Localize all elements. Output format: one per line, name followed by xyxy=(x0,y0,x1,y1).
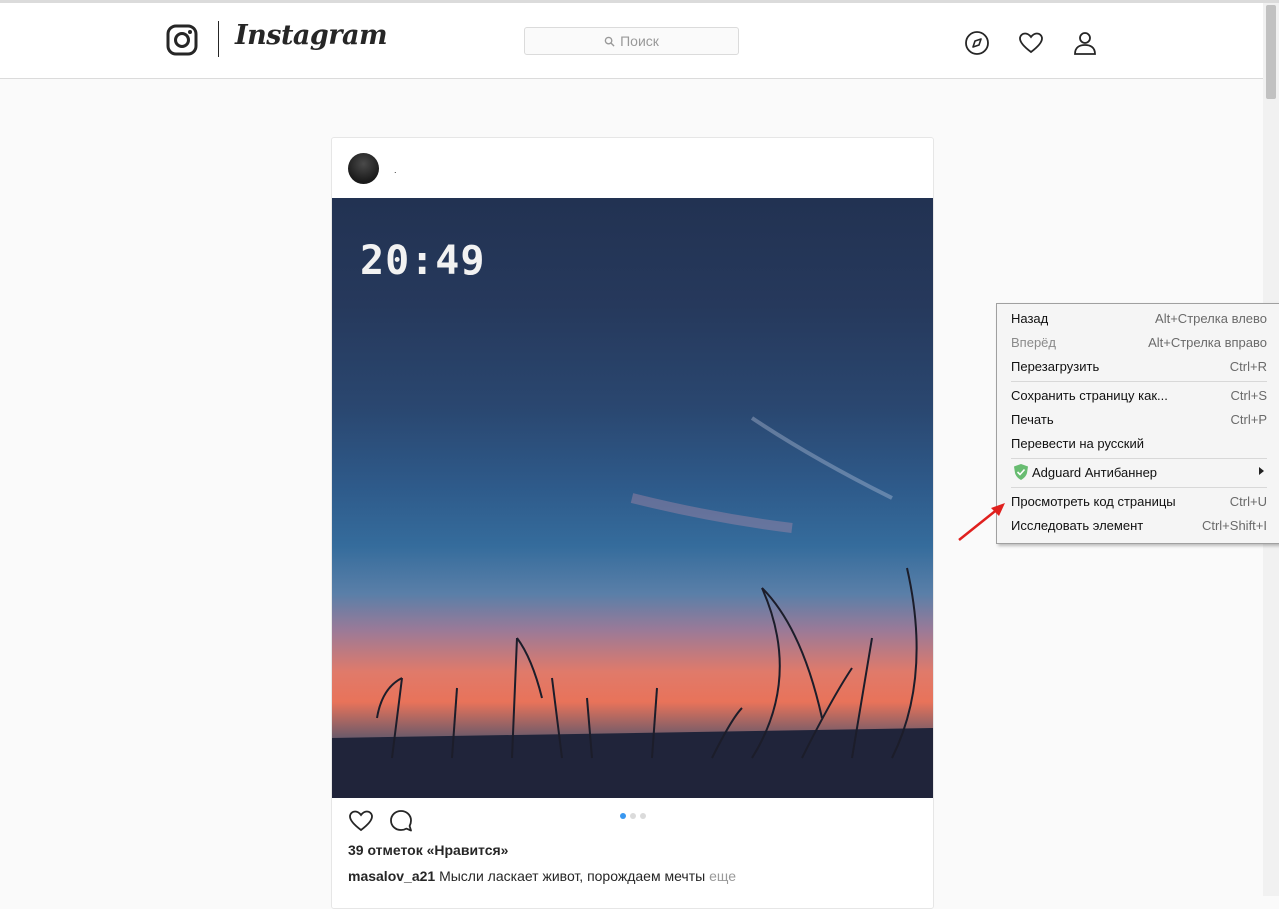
menu-item-label: Исследовать элемент xyxy=(1011,518,1144,533)
scrollbar-thumb[interactable] xyxy=(1266,5,1276,99)
menu-separator xyxy=(1011,487,1267,488)
menu-item-label: Печать xyxy=(1011,412,1054,427)
menu-separator xyxy=(1011,381,1267,382)
comment-bubble-icon[interactable] xyxy=(388,808,414,834)
menu-item-label: Перевести на русский xyxy=(1011,436,1145,451)
photo-clock-overlay: 20:49 xyxy=(360,238,486,284)
carousel-dot[interactable] xyxy=(640,813,646,819)
menu-item-label: Сохранить страницу как... xyxy=(1011,388,1168,403)
menu-item-shortcut: Ctrl+Shift+I xyxy=(1201,518,1267,533)
menu-item-back[interactable]: Назад Alt+Стрелка влево xyxy=(1011,308,1267,330)
menu-item-label: Перезагрузить xyxy=(1011,359,1100,374)
menu-item-print[interactable]: Печать Ctrl+P xyxy=(1011,409,1267,431)
search-icon xyxy=(604,36,615,47)
menu-separator xyxy=(1011,458,1267,459)
menu-item-shortcut: Ctrl+U xyxy=(1229,494,1267,509)
search-input[interactable]: Поиск xyxy=(524,27,739,55)
menu-item-label: Вперёд xyxy=(1011,335,1056,350)
sunset-grass-illustration xyxy=(332,416,933,798)
menu-item-shortcut: Ctrl+R xyxy=(1229,359,1267,374)
feed-post: . 20:49 39 отметок «Нравится» masalov_a2… xyxy=(331,137,934,909)
carousel-indicator xyxy=(620,813,646,819)
top-navbar: Instagram Поиск xyxy=(0,3,1263,79)
caption-username[interactable]: masalov_a21 xyxy=(348,868,435,884)
instagram-camera-icon[interactable] xyxy=(166,24,198,56)
menu-item-shortcut: Ctrl+S xyxy=(1230,388,1267,403)
caption-more-link[interactable]: еще xyxy=(709,868,736,884)
menu-item-label: Просмотреть код страницы xyxy=(1011,494,1176,509)
like-heart-icon[interactable] xyxy=(348,808,374,834)
post-caption: masalov_a21 Мысли ласкает живот, порожда… xyxy=(348,868,736,884)
menu-item-forward[interactable]: Вперёд Alt+Стрелка вправо xyxy=(1011,332,1267,354)
post-username[interactable]: . xyxy=(394,165,397,175)
annotation-red-arrow-icon xyxy=(958,503,1005,541)
menu-item-inspect[interactable]: Исследовать элемент Ctrl+Shift+I xyxy=(1011,515,1267,537)
search-placeholder: Поиск xyxy=(620,33,659,49)
menu-item-view-source[interactable]: Просмотреть код страницы Ctrl+U xyxy=(1011,491,1267,513)
avatar[interactable] xyxy=(348,153,379,184)
explore-compass-icon[interactable] xyxy=(964,30,990,56)
logo-divider xyxy=(218,21,219,57)
menu-item-label: Назад xyxy=(1011,311,1049,326)
profile-user-icon[interactable] xyxy=(1072,30,1098,56)
likes-count[interactable]: 39 отметок «Нравится» xyxy=(348,842,508,858)
submenu-arrow-icon xyxy=(1259,467,1264,475)
menu-item-adguard[interactable]: Adguard Антибаннер xyxy=(1032,462,1267,484)
carousel-dot-active[interactable] xyxy=(620,813,626,819)
menu-item-save-page[interactable]: Сохранить страницу как... Ctrl+S xyxy=(1011,385,1267,407)
menu-item-label: Adguard Антибаннер xyxy=(1032,465,1158,480)
menu-item-shortcut: Alt+Стрелка вправо xyxy=(1148,335,1267,350)
menu-item-shortcut: Alt+Стрелка влево xyxy=(1155,311,1267,326)
menu-item-translate[interactable]: Перевести на русский xyxy=(1011,433,1267,455)
post-photo[interactable]: 20:49 xyxy=(332,198,933,798)
adguard-shield-icon xyxy=(1014,464,1028,480)
caption-text: Мысли ласкает живот, порождаем мечты xyxy=(439,868,706,884)
browser-context-menu: Назад Alt+Стрелка влево Вперёд Alt+Стрел… xyxy=(996,303,1279,544)
activity-heart-icon[interactable] xyxy=(1018,30,1044,56)
instagram-wordmark[interactable]: Instagram xyxy=(235,20,388,51)
menu-item-reload[interactable]: Перезагрузить Ctrl+R xyxy=(1011,356,1267,378)
menu-item-shortcut: Ctrl+P xyxy=(1230,412,1267,427)
carousel-dot[interactable] xyxy=(630,813,636,819)
